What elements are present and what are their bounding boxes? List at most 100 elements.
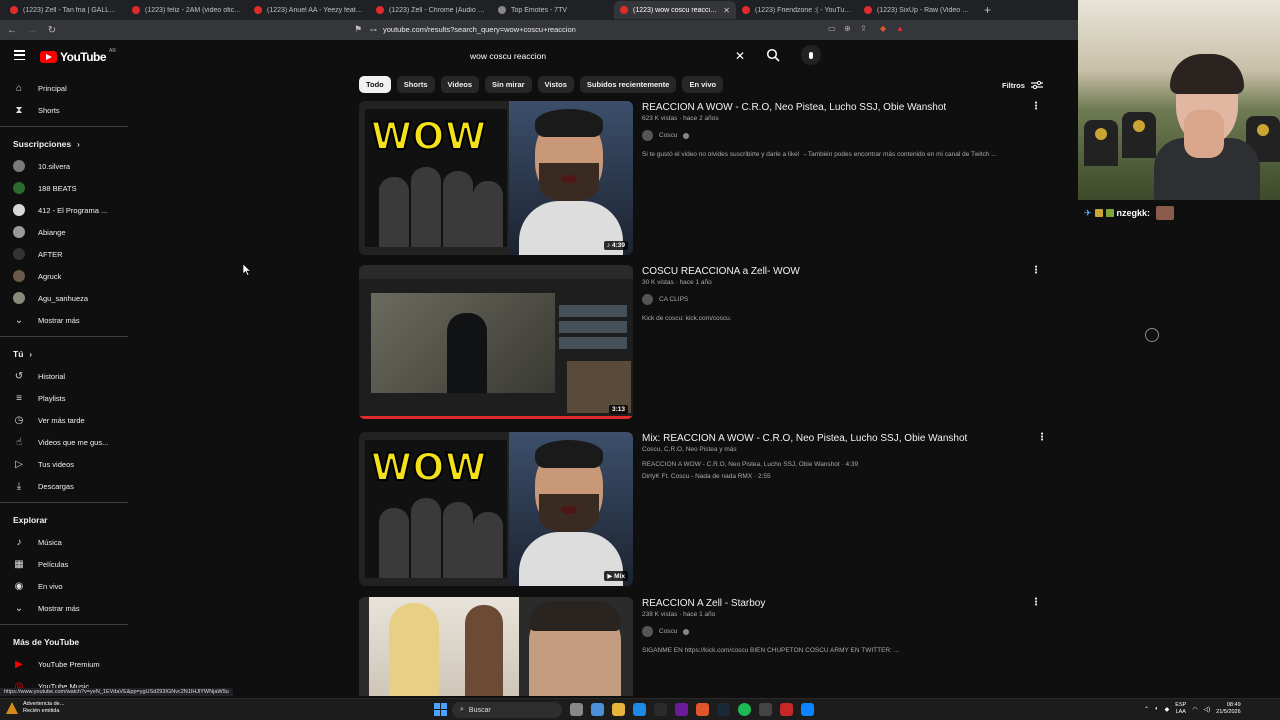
- browser-tab[interactable]: (1223) Anuel AA - Yeezy feat. Ñengo: [248, 1, 370, 19]
- cast-icon[interactable]: ▭: [828, 24, 836, 33]
- you-heading[interactable]: Tú ›: [0, 343, 128, 365]
- youtube-logo[interactable]: YouTube AR: [40, 48, 116, 64]
- channel-name[interactable]: Coscu: [659, 132, 677, 139]
- sidebar-item[interactable]: ▶ YouTube Premium: [0, 653, 128, 675]
- subscriptions-show-more[interactable]: ⌄ Mostrar más: [0, 309, 128, 331]
- filter-chip[interactable]: Vistos: [537, 76, 574, 93]
- channel-name[interactable]: Coscu: [659, 628, 677, 635]
- channel-avatar[interactable]: [642, 626, 653, 637]
- filter-chip[interactable]: Sin mirar: [485, 76, 532, 93]
- filter-chip[interactable]: Todo: [359, 76, 391, 93]
- new-tab-icon[interactable]: +: [984, 3, 991, 17]
- search-input[interactable]: wow coscu reaccion: [462, 51, 735, 61]
- sidebar-item[interactable]: ⌂ Principal: [0, 77, 128, 99]
- volume-icon[interactable]: ◁): [1204, 706, 1211, 713]
- spotify-icon[interactable]: [738, 703, 751, 716]
- video-thumbnail[interactable]: WOW ♪ 4:39: [359, 101, 633, 255]
- language-indicator[interactable]: ESP LAA: [1175, 702, 1186, 716]
- channel-avatar[interactable]: [642, 130, 653, 141]
- more-options-icon[interactable]: ⋮: [1037, 432, 1047, 443]
- filter-chip[interactable]: Subidos recientemente: [579, 76, 677, 93]
- tray-app-icon[interactable]: ◆: [1165, 706, 1170, 713]
- channel-row[interactable]: CA CLIPS: [642, 294, 1037, 305]
- browser-tab[interactable]: (1223) feliz - 2AM (video oficial) - You…: [126, 1, 248, 19]
- brave-shield-icon[interactable]: ◆: [880, 24, 886, 33]
- forward-icon[interactable]: →: [26, 25, 38, 36]
- site-info-icon[interactable]: ⊶: [370, 26, 377, 34]
- subscriptions-heading[interactable]: Suscripciones ›: [0, 133, 128, 155]
- menu-icon[interactable]: [14, 50, 25, 60]
- more-options-icon[interactable]: ⋮: [1031, 597, 1041, 608]
- brave-rewards-icon[interactable]: ▲: [896, 24, 904, 33]
- task-view-icon[interactable]: [570, 703, 583, 716]
- more-options-icon[interactable]: ⋮: [1031, 101, 1041, 112]
- share-icon[interactable]: ⇪: [860, 24, 867, 33]
- taskbar-search[interactable]: ⌕ Buscar: [452, 702, 562, 718]
- wifi-icon[interactable]: ◠: [1192, 706, 1197, 713]
- filter-chip[interactable]: Videos: [440, 76, 480, 93]
- app-icon[interactable]: [780, 703, 793, 716]
- sidebar-item[interactable]: ☝ Videos que me gus...: [0, 431, 128, 453]
- browser-tab[interactable]: (1223) Zell - Tan fria | GALLERY SESSION: [4, 1, 126, 19]
- channel-avatar[interactable]: [642, 294, 653, 305]
- mix-thumbnail[interactable]: WOW ▶ Mix: [359, 432, 633, 586]
- mix-track[interactable]: REACCION A WOW - C.R.O, Neo Pistea, Luch…: [642, 459, 1037, 471]
- sidebar-item[interactable]: ▷ Tus videos: [0, 453, 128, 475]
- video-title[interactable]: REACCION A WOW - C.R.O, Neo Pistea, Luch…: [642, 101, 1037, 114]
- video-result[interactable]: 3:13 COSCU REACCIONA a Zell- WOW 30 K vi…: [359, 265, 1059, 421]
- video-thumbnail[interactable]: [359, 597, 633, 696]
- channel-row[interactable]: Coscu: [642, 626, 1037, 637]
- clock[interactable]: 08:49 21/5/2026: [1216, 702, 1240, 716]
- voice-search-button[interactable]: [801, 45, 821, 65]
- tray-app-icon[interactable]: ◐: [1155, 706, 1159, 712]
- tray-chevron-icon[interactable]: ⌃: [1144, 706, 1149, 713]
- browser-tab[interactable]: (1223) Zell - Chrome (Audio Oficial): [370, 1, 492, 19]
- sidebar-item[interactable]: ♪ Música: [0, 531, 128, 553]
- search-box[interactable]: wow coscu reaccion ✕: [462, 45, 780, 67]
- sidebar-item[interactable]: Agu_sanhueza: [0, 287, 128, 309]
- video-result[interactable]: REACCION A Zell - Starboy 238 K vistas ·…: [359, 597, 1059, 696]
- back-icon[interactable]: ←: [6, 25, 18, 36]
- browser-tab[interactable]: (1223) wow coscu reaccion - YouTube ✕: [614, 1, 736, 19]
- windows-start-icon[interactable]: [434, 703, 447, 716]
- channel-row[interactable]: Coscu: [642, 130, 1037, 141]
- sidebar-item[interactable]: ▦ Películas: [0, 553, 128, 575]
- sidebar-item[interactable]: ◷ Ver más tarde: [0, 409, 128, 431]
- sidebar-item[interactable]: AFTER: [0, 243, 128, 265]
- sidebar-item[interactable]: 10.silvera: [0, 155, 128, 177]
- sidebar-item[interactable]: Agruck: [0, 265, 128, 287]
- steam-icon[interactable]: [717, 703, 730, 716]
- channel-name[interactable]: CA CLIPS: [659, 296, 688, 303]
- warning-notification[interactable]: Advertencia de... Recién emitida: [6, 701, 64, 715]
- browser-tab[interactable]: (1223) SixUp - Raw (Video Oficial) - You…: [858, 1, 980, 19]
- mix-track[interactable]: DirtyK Ft. Coscu - Nada de nada RMX · 2:…: [642, 471, 1037, 483]
- edge-icon[interactable]: [633, 703, 646, 716]
- sidebar-item[interactable]: ↺ Historial: [0, 365, 128, 387]
- explore-show-more[interactable]: ⌄ Mostrar más: [0, 597, 128, 619]
- copilot-icon[interactable]: [591, 703, 604, 716]
- sidebar-item[interactable]: ◉ En vivo: [0, 575, 128, 597]
- brave-icon[interactable]: [696, 703, 709, 716]
- close-tab-icon[interactable]: ✕: [723, 6, 730, 15]
- sidebar-item[interactable]: ⤓ Descargas: [0, 475, 128, 497]
- filters-button[interactable]: Filtros: [1002, 80, 1043, 90]
- video-result[interactable]: WOW ♪ 4:39 REACCION A WOW - C.R.O, Neo P…: [359, 101, 1059, 257]
- search-icon[interactable]: [766, 48, 780, 62]
- sidebar-item[interactable]: ⧗ Shorts: [0, 99, 128, 121]
- app-icon[interactable]: [801, 703, 814, 716]
- mix-result[interactable]: WOW ▶ Mix Mix: REACCION A WOW - C.R.O, N…: [359, 432, 1059, 588]
- obs-icon[interactable]: [759, 703, 772, 716]
- browser-tab[interactable]: (1223) Friendzone :( - YouTube: [736, 1, 858, 19]
- video-title[interactable]: COSCU REACCIONA a Zell- WOW: [642, 265, 1037, 278]
- more-options-icon[interactable]: ⋮: [1031, 265, 1041, 276]
- reload-icon[interactable]: ↻: [46, 25, 58, 36]
- video-title[interactable]: REACCION A Zell - Starboy: [642, 597, 1037, 610]
- video-thumbnail[interactable]: 3:13: [359, 265, 633, 419]
- clear-search-icon[interactable]: ✕: [735, 49, 745, 63]
- app-icon[interactable]: [675, 703, 688, 716]
- filter-chip[interactable]: Shorts: [396, 76, 435, 93]
- bookmark-icon[interactable]: ⚑: [354, 24, 362, 35]
- file-explorer-icon[interactable]: [612, 703, 625, 716]
- store-icon[interactable]: [654, 703, 667, 716]
- zoom-icon[interactable]: ⊕: [844, 24, 851, 33]
